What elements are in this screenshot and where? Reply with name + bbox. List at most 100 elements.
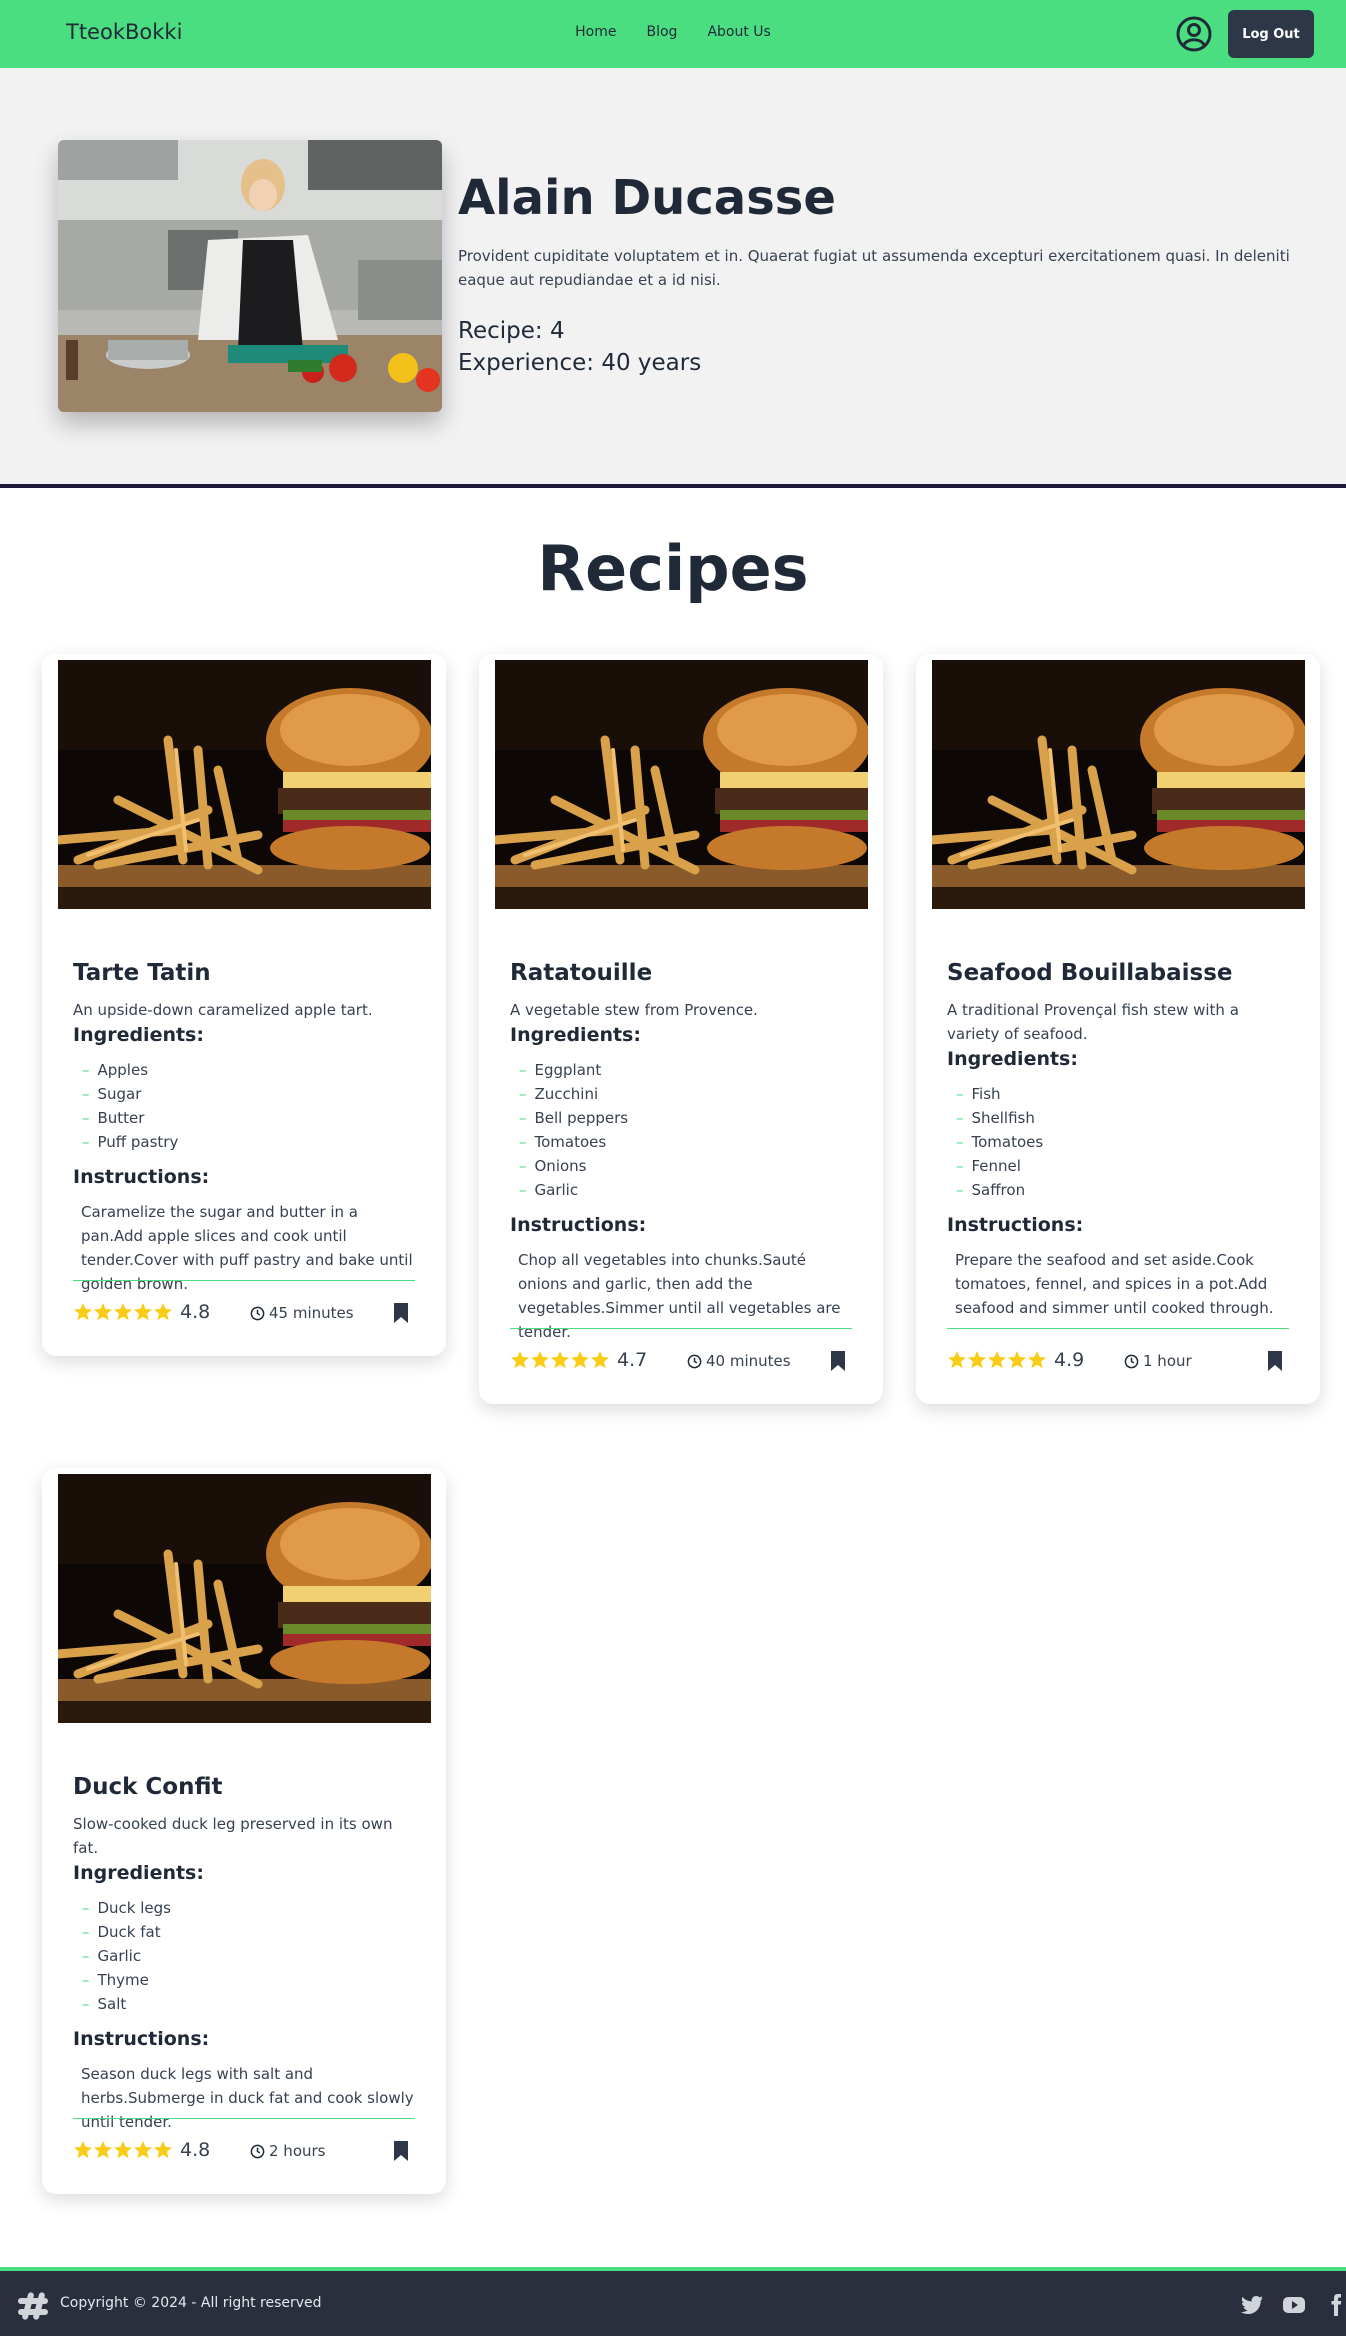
dash-bullet: –	[82, 1061, 90, 1079]
recipe-card[interactable]: Tarte Tatin An upside-down caramelized ap…	[42, 654, 446, 1356]
recipe-card[interactable]: Seafood Bouillabaisse A traditional Prove…	[916, 654, 1320, 1404]
ingredient-item: – Fish	[956, 1082, 1043, 1106]
ingredient-label: Saffron	[971, 1181, 1026, 1199]
chef-name: Alain Ducasse	[458, 170, 836, 226]
ingredient-label: Salt	[97, 1995, 127, 2013]
user-profile-icon[interactable]	[1175, 15, 1213, 53]
dash-bullet: –	[956, 1133, 964, 1151]
ingredient-label: Garlic	[97, 1947, 142, 1965]
recipe-image	[495, 660, 868, 909]
cook-time-label: 45 minutes	[269, 1304, 354, 1322]
dash-bullet: –	[82, 1133, 90, 1151]
recipe-title[interactable]: Duck Confit	[73, 1774, 223, 1800]
ingredient-label: Duck legs	[97, 1899, 172, 1917]
recipe-description: A vegetable stew from Provence.	[510, 1001, 758, 1019]
recipe-count-value: 4	[549, 318, 565, 344]
ingredient-label: Zucchini	[534, 1085, 599, 1103]
instructions-heading: Instructions:	[510, 1214, 647, 1236]
rating-value: 4.7	[617, 1349, 648, 1371]
star-icon	[73, 2140, 93, 2162]
recipe-count-label: Recipe:	[458, 318, 543, 344]
card-footer: 4.9 1 hour	[947, 1348, 1289, 1374]
clock-icon	[250, 2144, 265, 2158]
youtube-icon[interactable]	[1282, 2293, 1306, 2317]
ingredients-list: – Fish – Shellfish – Tomatoes – Fennel – Saffron	[956, 1082, 1043, 1202]
chef-photo	[58, 140, 442, 412]
card-footer: 4.8 45 minutes	[73, 1300, 415, 1326]
ingredient-label: Fennel	[971, 1157, 1021, 1175]
ingredient-item: – Shellfish	[956, 1106, 1043, 1130]
cook-time: 45 minutes	[250, 1304, 354, 1322]
dash-bullet: –	[519, 1085, 527, 1103]
experience-value: 40 years	[601, 350, 702, 376]
nav-link-blog[interactable]: Blog	[647, 24, 678, 40]
dash-bullet: –	[956, 1085, 964, 1103]
ingredients-list: – Apples – Sugar – Butter – Puff pastry	[82, 1058, 178, 1154]
rating-value: 4.8	[180, 2139, 211, 2161]
ingredient-item: – Tomatoes	[956, 1130, 1043, 1154]
ingredient-label: Fish	[971, 1085, 1001, 1103]
nav-links: Home Blog About Us	[0, 24, 1346, 40]
star-icon	[947, 1350, 967, 1372]
ingredient-item: – Thyme	[82, 1968, 171, 1992]
ingredient-item: – Apples	[82, 1058, 178, 1082]
nav-link-home[interactable]: Home	[575, 24, 616, 40]
cook-time: 40 minutes	[687, 1352, 791, 1370]
cook-time: 2 hours	[250, 2142, 325, 2160]
nav-link-about[interactable]: About Us	[707, 24, 770, 40]
ingredients-heading: Ingredients:	[510, 1024, 641, 1046]
ingredient-item: – Duck legs	[82, 1896, 171, 1920]
recipe-title[interactable]: Ratatouille	[510, 960, 652, 986]
ingredient-label: Tomatoes	[534, 1133, 607, 1151]
star-icon	[1027, 1350, 1047, 1372]
ingredients-list: – Duck legs – Duck fat – Garlic – Thyme – Salt	[82, 1896, 171, 2016]
recipe-title[interactable]: Seafood Bouillabaisse	[947, 960, 1233, 986]
dash-bullet: –	[519, 1109, 527, 1127]
instructions-heading: Instructions:	[73, 1166, 210, 1188]
ingredient-item: – Zucchini	[519, 1082, 628, 1106]
recipe-card[interactable]: Ratatouille A vegetable stew from Provenc…	[479, 654, 883, 1404]
recipe-title[interactable]: Tarte Tatin	[73, 960, 211, 986]
star-icon	[987, 1350, 1007, 1372]
star-icon	[570, 1350, 590, 1372]
dash-bullet: –	[82, 1923, 90, 1941]
ingredient-item: – Garlic	[82, 1944, 171, 1968]
recipe-card[interactable]: Duck Confit Slow-cooked duck leg preserve…	[42, 1468, 446, 2194]
dash-bullet: –	[519, 1157, 527, 1175]
bookmark-icon[interactable]	[1267, 1350, 1283, 1372]
ingredient-item: – Tomatoes	[519, 1130, 628, 1154]
chef-profile-section: Alain Ducasse Provident cupiditate volup…	[0, 68, 1346, 488]
ingredient-item: – Duck fat	[82, 1920, 171, 1944]
ingredient-label: Tomatoes	[971, 1133, 1044, 1151]
twitter-icon[interactable]	[1240, 2293, 1264, 2317]
ingredient-label: Eggplant	[534, 1061, 602, 1079]
dash-bullet: –	[956, 1109, 964, 1127]
star-icon	[133, 2140, 153, 2162]
ingredients-heading: Ingredients:	[73, 1862, 204, 1884]
star-icon	[113, 2140, 133, 2162]
ingredient-label: Puff pastry	[97, 1133, 179, 1151]
star-icon	[1007, 1350, 1027, 1372]
dash-bullet: –	[82, 1995, 90, 2013]
star-icon	[93, 1302, 113, 1324]
ingredient-item: – Eggplant	[519, 1058, 628, 1082]
dash-bullet: –	[82, 1899, 90, 1917]
card-divider	[73, 1280, 415, 1281]
dash-bullet: –	[956, 1181, 964, 1199]
star-rating	[947, 1350, 1047, 1372]
recipe-instructions: Caramelize the sugar and butter in a pan…	[81, 1203, 413, 1293]
bookmark-icon[interactable]	[393, 1302, 409, 1324]
logout-button[interactable]: Log Out	[1228, 10, 1314, 58]
ingredient-label: Garlic	[534, 1181, 579, 1199]
star-icon	[550, 1350, 570, 1372]
bookmark-icon[interactable]	[830, 1350, 846, 1372]
ingredient-item: – Bell peppers	[519, 1106, 628, 1130]
bookmark-icon[interactable]	[393, 2140, 409, 2162]
star-rating	[510, 1350, 610, 1372]
facebook-icon[interactable]	[1324, 2293, 1346, 2317]
navbar: TteokBokki Home Blog About Us Log Out	[0, 0, 1346, 68]
cook-time-label: 1 hour	[1143, 1352, 1192, 1370]
recipes-heading: Recipes	[537, 532, 809, 605]
dash-bullet: –	[82, 1109, 90, 1127]
recipe-instructions: Prepare the seafood and set aside.Cook t…	[955, 1251, 1274, 1317]
